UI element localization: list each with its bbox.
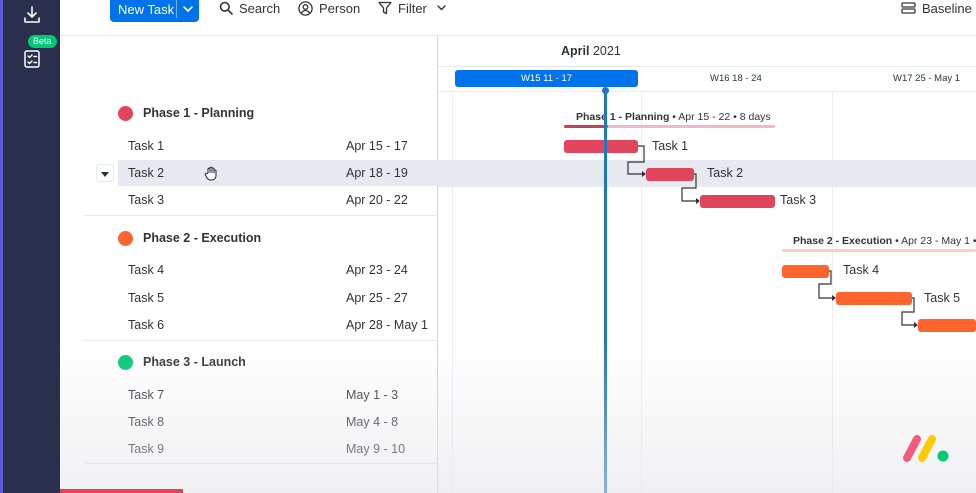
group-title: Phase 3 - Launch <box>143 355 246 369</box>
person-filter-button[interactable]: Person <box>298 0 360 16</box>
task-dates: May 9 - 10 <box>346 442 406 456</box>
search-icon <box>219 1 233 15</box>
filter-label: Filter <box>398 0 427 16</box>
task-dates: Apr 15 - 17 <box>346 139 408 153</box>
table-row[interactable]: Task 1 Apr 15 - 17 <box>118 133 438 159</box>
group-header-planning[interactable]: Phase 1 - Planning <box>118 103 254 123</box>
task-dates: Apr 25 - 27 <box>346 291 408 305</box>
baseline-button[interactable]: Baseline <box>901 0 972 16</box>
checklist-icon[interactable] <box>21 48 43 70</box>
task-dates: Apr 20 - 22 <box>346 193 408 207</box>
group-separator <box>85 340 438 341</box>
group-title: Phase 2 - Execution <box>143 231 262 245</box>
group-header-execution[interactable]: Phase 2 - Execution <box>118 228 261 248</box>
chevron-down-icon[interactable] <box>177 6 199 12</box>
group-separator <box>85 463 438 464</box>
group-header-launch[interactable]: Phase 3 - Launch <box>118 352 246 372</box>
task-name: Task 2 <box>128 166 165 180</box>
task-name: Task 6 <box>128 318 165 332</box>
chevron-down-icon[interactable] <box>437 5 446 11</box>
table-row[interactable]: Task 5 Apr 25 - 27 <box>118 285 438 311</box>
task-name: Task 8 <box>128 415 165 429</box>
caret-down-icon <box>101 164 109 182</box>
table-row[interactable]: Task 7 May 1 - 3 <box>118 382 438 408</box>
today-marker-dot <box>602 87 609 94</box>
hand-cursor-icon <box>204 166 218 184</box>
task-name: Task 7 <box>128 388 165 402</box>
gantt-timeline: April 2021 W15 11 - 17 W16 18 - 24 W17 2… <box>438 36 976 493</box>
progress-strip <box>60 489 183 493</box>
today-marker-line <box>604 91 607 493</box>
task-dates: Apr 18 - 19 <box>346 166 408 180</box>
search-button[interactable]: Search <box>219 0 280 16</box>
dependency-arrow <box>681 173 698 202</box>
baseline-icon <box>901 2 916 14</box>
table-row-selected[interactable]: Task 2 Apr 18 - 19 <box>118 160 438 186</box>
dependency-arrow <box>818 270 834 299</box>
task-dates: May 4 - 8 <box>346 415 399 429</box>
dependency-arrow <box>627 145 645 175</box>
left-sidebar: Beta <box>3 0 60 493</box>
person-icon <box>298 0 313 16</box>
monday-logo-icon <box>900 430 954 471</box>
person-label: Person <box>319 0 361 16</box>
baseline-label: Baseline <box>922 0 972 16</box>
table-row[interactable]: Task 9 May 9 - 10 <box>118 436 438 462</box>
search-label: Search <box>239 0 281 16</box>
filter-button[interactable]: Filter <box>378 0 446 16</box>
table-row[interactable]: Task 4 Apr 23 - 24 <box>118 257 438 283</box>
new-task-button[interactable]: New Task <box>110 0 199 22</box>
dependency-arrows <box>627 145 918 328</box>
dependency-arrow <box>901 297 916 326</box>
toolbar: New Task Search Person Filter Baseline <box>60 0 976 36</box>
group-color-dot[interactable] <box>118 230 133 246</box>
task-dates: Apr 28 - May 1 <box>346 318 428 332</box>
beta-badge: Beta <box>28 35 57 48</box>
group-title: Phase 1 - Planning <box>143 106 255 120</box>
filter-icon <box>378 1 392 15</box>
group-color-dot[interactable] <box>118 105 133 121</box>
table-row[interactable]: Task 6 Apr 28 - May 1 <box>118 312 438 338</box>
new-task-label: New Task <box>118 1 175 17</box>
download-icon[interactable] <box>21 4 43 26</box>
expand-row-button[interactable] <box>96 164 114 182</box>
task-dates: May 1 - 3 <box>346 388 399 402</box>
task-dates: Apr 23 - 24 <box>346 263 408 277</box>
task-name: Task 9 <box>128 442 165 456</box>
group-separator <box>85 215 438 216</box>
group-color-dot[interactable] <box>118 354 133 370</box>
table-row[interactable]: Task 8 May 4 - 8 <box>118 409 438 435</box>
task-name: Task 5 <box>128 291 165 305</box>
task-name: Task 4 <box>128 263 165 277</box>
task-name: Task 3 <box>128 193 165 207</box>
table-row[interactable]: Task 3 Apr 20 - 22 <box>118 187 438 213</box>
task-name: Task 1 <box>128 139 165 153</box>
